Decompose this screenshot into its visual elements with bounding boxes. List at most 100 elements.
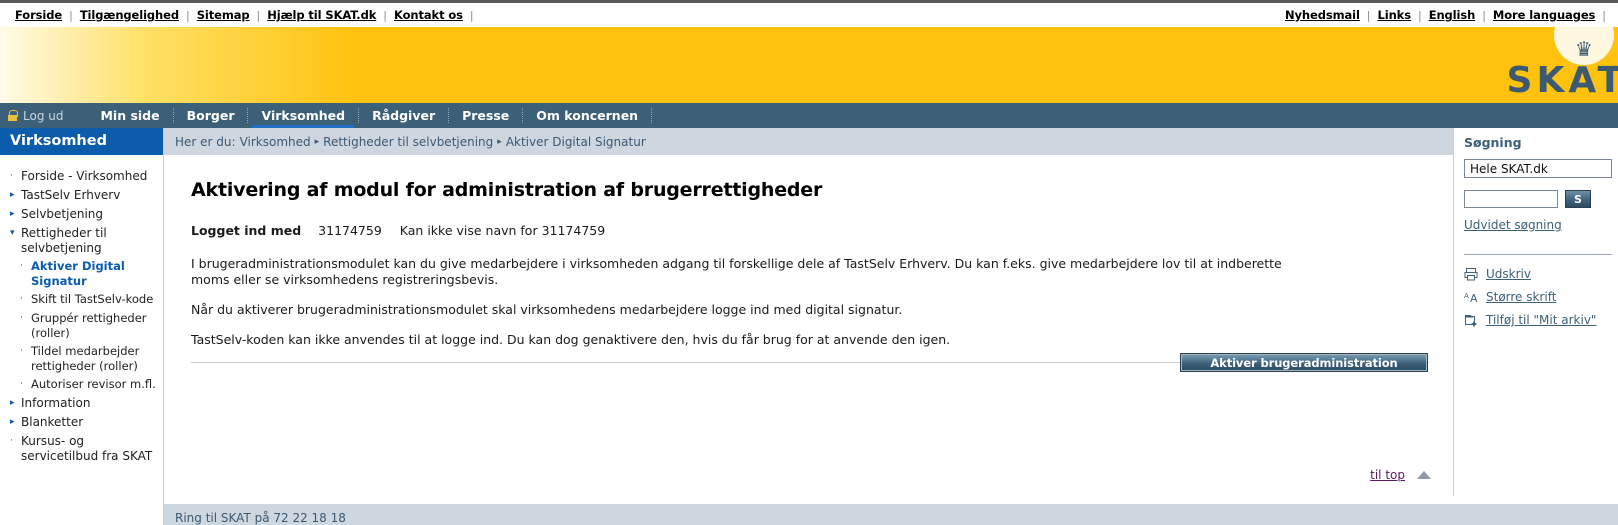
sidebar-item-7[interactable]: · Tildel medarbejder rettigheder (roller) bbox=[6, 342, 159, 375]
svg-text:A: A bbox=[1470, 292, 1478, 304]
sidebar-item-marker-icon: · bbox=[20, 346, 23, 356]
sidebar-item-marker-icon: · bbox=[10, 171, 13, 181]
printer-icon bbox=[1464, 267, 1486, 281]
search-scope-value: Hele SKAT.dk bbox=[1470, 161, 1548, 176]
sidebar-item-marker-icon: · bbox=[20, 261, 23, 271]
action-row: Aktiver brugeradministration bbox=[191, 353, 1429, 372]
sidebar-item-5[interactable]: · Skift til TastSelv-kode bbox=[6, 290, 159, 309]
nav-items: Min side Borger Virksomhed Rådgiver Presse Om… bbox=[87, 103, 653, 128]
breadcrumb-separator: ▸ bbox=[314, 136, 320, 147]
up-arrow-icon[interactable] bbox=[1417, 471, 1431, 479]
activate-user-administration-button[interactable]: Aktiver brugeradministration bbox=[1180, 353, 1428, 372]
footer-gap-left bbox=[0, 496, 164, 504]
breadcrumb-prefix: Her er du: bbox=[175, 134, 236, 149]
sidebar-item-8[interactable]: · Autoriser revisor m.fl. bbox=[6, 375, 159, 394]
breadcrumb: Her er du: Virksomhed ▸ Rettigheder til sel… bbox=[164, 128, 1453, 155]
sidebar-item-11[interactable]: · Kursus- og servicetilbud fra SKAT bbox=[6, 432, 159, 465]
sidebar-item-2[interactable]: ▸ Selvbetjening bbox=[6, 205, 159, 224]
nav-item-borger[interactable]: Borger bbox=[174, 103, 248, 128]
logged-in-label: Logget ind med bbox=[191, 223, 302, 238]
search-scope-select[interactable]: Hele SKAT.dk bbox=[1464, 159, 1612, 178]
sidebar-item-label: Forside - Virksomhed bbox=[21, 169, 148, 183]
sidebar-item-4[interactable]: · Aktiver Digital Signatur bbox=[6, 257, 159, 290]
sidebar-item-label: Blanketter bbox=[21, 415, 84, 429]
sidebar-item-3[interactable]: ▾ Rettigheder til selvbetjening bbox=[6, 224, 159, 257]
tools-list: Udskriv A A Større skrift Tilføj til "Mi… bbox=[1464, 254, 1612, 327]
top-link-right-0[interactable]: Nyhedsmail bbox=[1278, 8, 1367, 22]
brand-banner: ♛ SKAT bbox=[0, 27, 1618, 103]
breadcrumb-item-0[interactable]: Virksomhed bbox=[240, 135, 311, 149]
nav-item-om-koncernen[interactable]: Om koncernen bbox=[523, 103, 651, 128]
center-column: Her er du: Virksomhed ▸ Rettigheder til sel… bbox=[164, 128, 1454, 496]
sidebar-item-label: Skift til TastSelv-kode bbox=[31, 292, 154, 306]
top-link-right-2[interactable]: English bbox=[1422, 8, 1483, 22]
sidebar-list: · Forside - Virksomhed ▸ TastSelv Erhverv ▸ S… bbox=[0, 155, 163, 465]
search-input[interactable] bbox=[1464, 190, 1558, 208]
nav-item-virksomhed[interactable]: Virksomhed bbox=[248, 103, 358, 128]
sidebar-item-9[interactable]: ▸ Information bbox=[6, 394, 159, 413]
sidebar-item-marker-icon: · bbox=[20, 313, 23, 323]
right-panel: Søgning Hele SKAT.dk S Udvidet søgning U… bbox=[1454, 128, 1618, 496]
add-to-archive-icon bbox=[1464, 313, 1486, 327]
top-link-left-1[interactable]: Tilgængelighed bbox=[73, 8, 186, 22]
nav-item-rådgiver[interactable]: Rådgiver bbox=[359, 103, 448, 128]
sidebar-item-label: Selvbetjening bbox=[21, 207, 104, 221]
top-separator: | bbox=[469, 8, 474, 22]
paragraph-3: TastSelv-koden kan ikke anvendes til at … bbox=[191, 332, 951, 347]
footer-left-spacer bbox=[0, 504, 164, 525]
paragraph-2: Når du aktiverer brugeradministrationsmo… bbox=[191, 302, 903, 317]
breadcrumb-item-2[interactable]: Aktiver Digital Signatur bbox=[506, 135, 646, 149]
top-link-right-1[interactable]: Links bbox=[1371, 8, 1418, 22]
to-top-link[interactable]: til top bbox=[1370, 468, 1405, 482]
skat-logo: SKAT bbox=[1506, 60, 1618, 101]
body-wrapper: Virksomhed · Forside - Virksomhed ▸ TastSel… bbox=[0, 128, 1618, 496]
larger-text-icon: A A bbox=[1464, 290, 1486, 304]
tool-print[interactable]: Udskriv bbox=[1464, 267, 1612, 281]
top-link-left-4[interactable]: Kontakt os bbox=[387, 8, 470, 22]
sidebar-item-marker-icon: ▸ bbox=[10, 398, 15, 408]
sidebar: Virksomhed · Forside - Virksomhed ▸ TastSel… bbox=[0, 128, 164, 496]
svg-text:A: A bbox=[1464, 292, 1469, 300]
top-link-left-0[interactable]: Forside bbox=[8, 8, 69, 22]
sidebar-item-label: Gruppér rettigheder (roller) bbox=[31, 311, 147, 340]
logged-in-row: Logget ind med 31174759 Kan ikke vise na… bbox=[191, 223, 1429, 238]
sidebar-item-label: Autoriser revisor m.fl. bbox=[31, 377, 156, 391]
top-link-right-3[interactable]: More languages bbox=[1486, 8, 1602, 22]
sidebar-item-6[interactable]: · Gruppér rettigheder (roller) bbox=[6, 309, 159, 342]
search-submit-button[interactable]: S bbox=[1565, 190, 1591, 208]
sidebar-item-0[interactable]: · Forside - Virksomhed bbox=[6, 167, 159, 186]
tool-add-to-archive[interactable]: Tilføj til "Mit arkiv" bbox=[1464, 313, 1612, 327]
crown-glyph: ♛ bbox=[1575, 37, 1593, 61]
logout-button[interactable]: Log ud bbox=[0, 103, 73, 128]
sidebar-item-marker-icon: · bbox=[20, 294, 23, 304]
footer-phone: Ring til SKAT på 72 22 18 18 bbox=[164, 504, 1618, 525]
tool-print-label: Udskriv bbox=[1486, 267, 1531, 281]
sidebar-item-marker-icon: ▸ bbox=[10, 209, 15, 219]
breadcrumb-separator: ▸ bbox=[497, 136, 502, 147]
tool-add-to-archive-label: Tilføj til "Mit arkiv" bbox=[1486, 313, 1597, 327]
search-row: S bbox=[1464, 190, 1612, 208]
sidebar-item-label: Tildel medarbejder rettigheder (roller) bbox=[31, 344, 140, 373]
tool-larger-text[interactable]: A A Større skrift bbox=[1464, 290, 1612, 304]
sidebar-item-10[interactable]: ▸ Blanketter bbox=[6, 413, 159, 432]
sidebar-item-label: TastSelv Erhverv bbox=[21, 188, 121, 202]
nav-item-min-side[interactable]: Min side bbox=[87, 103, 172, 128]
lock-icon bbox=[8, 110, 18, 121]
logged-in-note: Kan ikke vise navn for 31174759 bbox=[399, 223, 606, 238]
top-links-right: Nyhedsmail | Links | English | More languages | bbox=[1278, 8, 1606, 22]
footer-gap bbox=[0, 496, 1618, 504]
sidebar-item-label: Aktiver Digital Signatur bbox=[31, 259, 125, 288]
top-links-left: Forside | Tilgængelighed | Sitemap | Hjælp til… bbox=[8, 8, 474, 22]
tool-larger-text-label: Større skrift bbox=[1486, 290, 1557, 304]
top-link-left-2[interactable]: Sitemap bbox=[190, 8, 257, 22]
breadcrumb-item-1[interactable]: Rettigheder til selvbetjening bbox=[323, 135, 493, 149]
skat-page: Forside | Tilgængelighed | Sitemap | Hjælp til… bbox=[0, 0, 1618, 525]
paragraph-1: I brugeradministrationsmodulet kan du gi… bbox=[191, 256, 1282, 287]
nav-item-presse[interactable]: Presse bbox=[449, 103, 522, 128]
advanced-search-link[interactable]: Udvidet søgning bbox=[1464, 218, 1612, 232]
sidebar-item-marker-icon: · bbox=[10, 436, 13, 446]
sidebar-item-label: Kursus- og servicetilbud fra SKAT bbox=[21, 434, 153, 463]
page-title: Aktivering af modul for administration a… bbox=[191, 179, 823, 201]
top-link-left-3[interactable]: Hjælp til SKAT.dk bbox=[260, 8, 383, 22]
sidebar-item-1[interactable]: ▸ TastSelv Erhverv bbox=[6, 186, 159, 205]
